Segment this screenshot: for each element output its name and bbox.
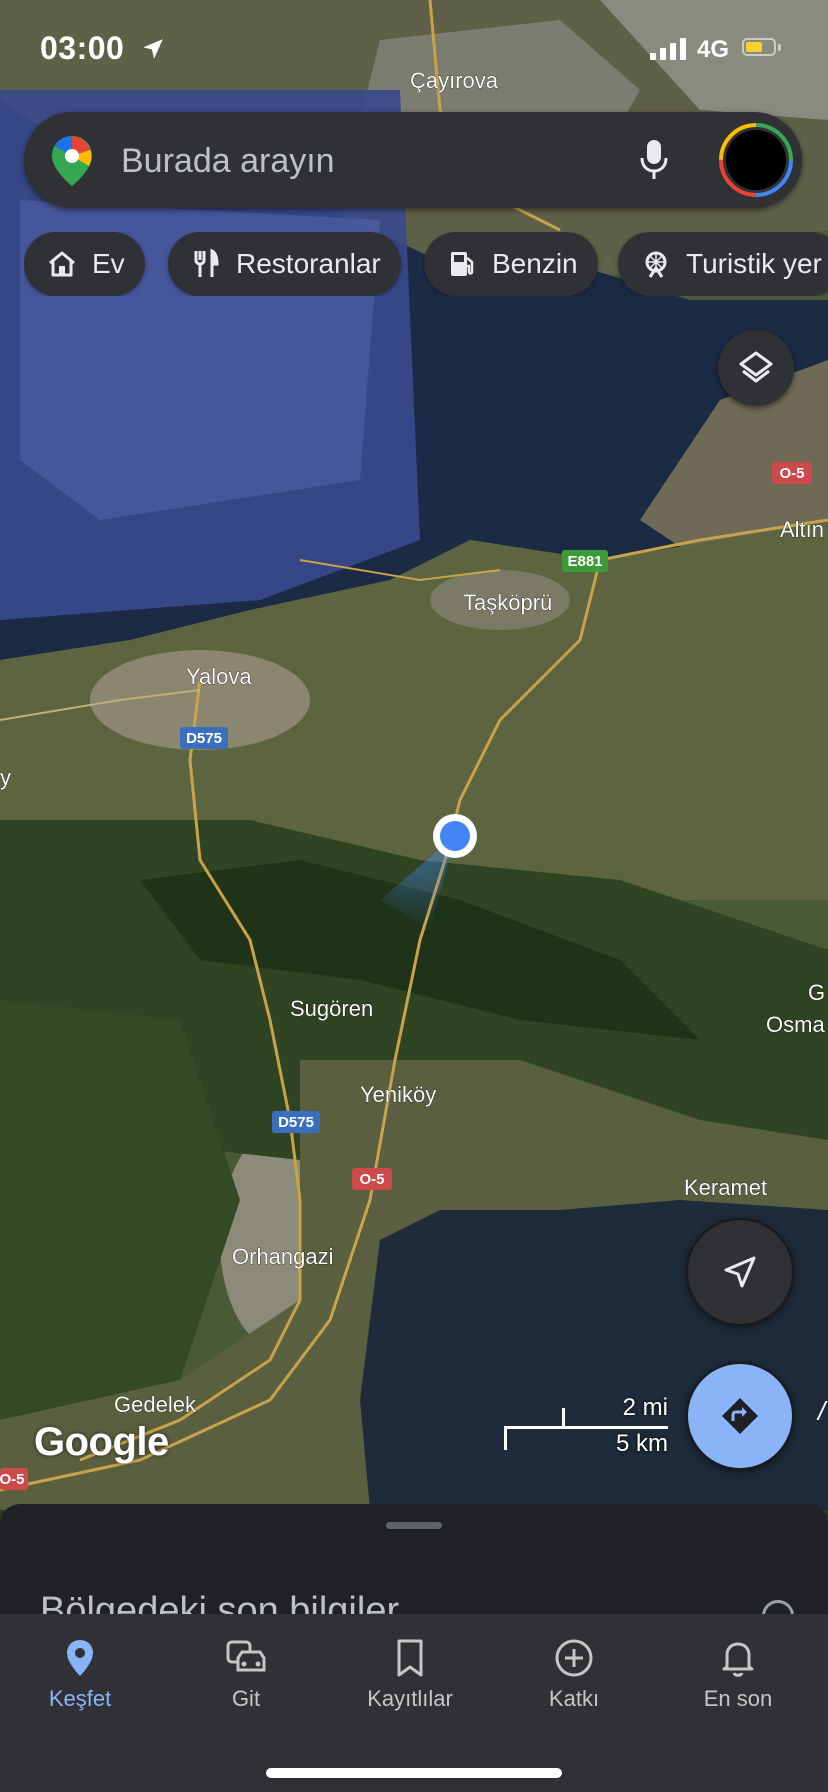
battery-cap (778, 44, 781, 51)
directions-edge-glyph: / (818, 1396, 826, 1426)
scale-km: 5 km (615, 1430, 668, 1457)
signal-icon (650, 38, 686, 60)
place-label-taskopru[interactable]: Taşköprü (463, 590, 553, 616)
map-scale: 2 mi 5 km (504, 1394, 668, 1464)
info-icon[interactable] (762, 1600, 794, 1614)
search-input[interactable] (119, 134, 643, 188)
nav-go[interactable]: Git (176, 1636, 316, 1712)
location-arrow-icon (143, 39, 163, 59)
chip-attractions[interactable]: Turistik yer (618, 232, 828, 296)
road-shield-o5-east: O-5 (779, 465, 804, 482)
scale-tick-mile (562, 1408, 565, 1428)
chip-restaurants[interactable]: Restoranlar (168, 232, 401, 296)
chip-home[interactable]: Ev (24, 232, 145, 296)
bottom-sheet[interactable]: Bölgedeki son bilgiler (0, 1504, 828, 1614)
nav-saved[interactable]: Kayıtlılar (340, 1636, 480, 1712)
battery-icon (742, 38, 776, 56)
directions-button[interactable] (686, 1362, 794, 1470)
road-shield-d575-north: D575 (186, 730, 222, 747)
network-type: 4G (697, 36, 730, 63)
status-time: 03:00 (40, 30, 125, 66)
nav-contribute[interactable]: Katkı (504, 1636, 644, 1712)
commute-car-icon (226, 1640, 266, 1672)
nav-updates[interactable]: En son (668, 1636, 808, 1712)
add-circle-icon (555, 1639, 593, 1677)
chip-restaurants-label: Restoranlar (236, 248, 381, 279)
google-maps-logo-icon (52, 136, 92, 186)
status-bar: 03:00 4G (0, 0, 828, 100)
my-location-dot (440, 821, 470, 851)
bottom-navigation: Keşfet Git Kayıtlılar Katkı En son (0, 1614, 828, 1792)
road-shield-o5-west: O-5 (0, 1471, 25, 1488)
google-attribution: Google (34, 1420, 169, 1464)
chip-attractions-label: Turistik yer (686, 248, 822, 279)
place-label-orhangazi[interactable]: Orhangazi (232, 1244, 334, 1270)
layers-icon (739, 351, 773, 383)
place-label-keramet[interactable]: Keramet (684, 1175, 768, 1201)
place-label-altin[interactable]: Altın (780, 517, 825, 543)
account-avatar[interactable] (718, 122, 794, 198)
attraction-icon (645, 251, 667, 278)
scale-miles: 2 mi (622, 1394, 668, 1421)
category-chips: Ev Restoranlar Benzin Turistik yer (24, 232, 828, 296)
nav-explore[interactable]: Keşfet (10, 1636, 150, 1712)
road-shield-o5-center: O-5 (359, 1171, 384, 1188)
road-shield-d575-south: D575 (278, 1114, 314, 1131)
bookmark-icon (397, 1639, 423, 1677)
gas-station-icon (451, 252, 474, 276)
recenter-location-button[interactable] (686, 1218, 794, 1326)
restaurant-icon (194, 248, 219, 277)
place-label-osma[interactable]: Osma (766, 1012, 826, 1038)
nav-updates-label: En son (703, 1686, 773, 1711)
nav-go-label: Git (231, 1686, 261, 1711)
scale-bar (504, 1426, 668, 1429)
place-label-yalova[interactable]: Yalova (186, 664, 253, 690)
battery-level (746, 42, 762, 52)
place-label-gedelek[interactable]: Gedelek (114, 1392, 198, 1418)
road-shield-e881: E881 (567, 553, 602, 570)
chip-home-label: Ev (92, 248, 125, 279)
explore-pin-icon (67, 1640, 93, 1676)
nav-saved-label: Kayıtlılar (367, 1686, 453, 1711)
search-bar[interactable] (24, 112, 802, 208)
layers-button[interactable] (718, 330, 794, 406)
home-icon (49, 251, 75, 277)
scale-tick-start (504, 1426, 507, 1450)
chip-gas[interactable]: Benzin (424, 232, 598, 296)
nav-contribute-label: Katkı (548, 1686, 600, 1711)
nav-explore-label: Keşfet (48, 1686, 112, 1711)
directions-icon (722, 1398, 758, 1434)
sheet-drag-handle[interactable] (386, 1522, 442, 1529)
chip-gas-label: Benzin (492, 248, 578, 279)
place-label-sugoren[interactable]: Sugören (290, 996, 374, 1022)
navigation-arrow-icon (724, 1256, 756, 1288)
place-label-g[interactable]: G (808, 980, 826, 1006)
place-label-yenikoy[interactable]: Yeniköy (360, 1082, 437, 1108)
bell-icon (722, 1642, 754, 1677)
microphone-icon[interactable] (639, 138, 669, 182)
place-label-y[interactable]: y (0, 765, 11, 791)
sheet-title: Bölgedeki son bilgiler (40, 1590, 400, 1614)
home-indicator[interactable] (266, 1768, 562, 1778)
